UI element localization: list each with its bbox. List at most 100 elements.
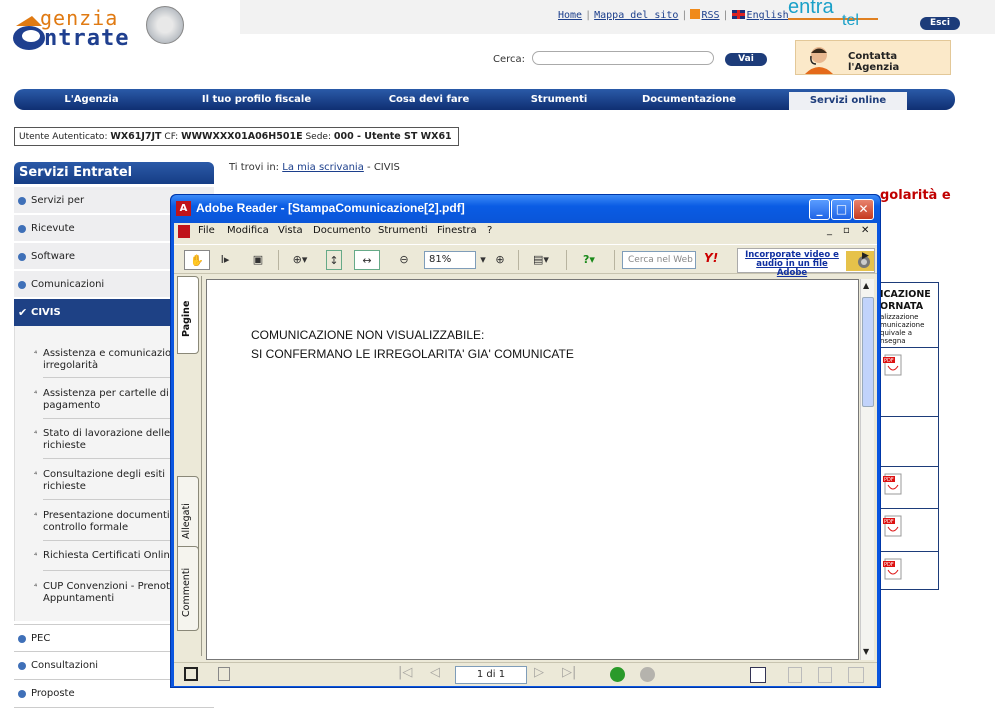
entratel-logo-part2: tel — [842, 12, 859, 29]
zoom-in-icon[interactable]: ⊕ — [492, 250, 508, 270]
main-nav: L'Agenzia Il tuo profilo fiscale Cosa de… — [14, 89, 955, 110]
first-page-icon[interactable]: |◁ — [398, 665, 412, 680]
nav-item-cosa-devi-fare[interactable]: Cosa devi fare — [344, 89, 514, 110]
top-links: Home | Mappa del sito | RSS | English — [558, 9, 789, 21]
breadcrumb: Ti trovi in: La mia scrivania - CIVIS — [229, 162, 400, 173]
yahoo-icon[interactable]: Y! — [704, 251, 718, 265]
arrow-icon: ⁴ — [34, 511, 38, 520]
svg-text:PDF: PDF — [884, 477, 894, 483]
nav-item-servizi-online[interactable]: Servizi online — [789, 92, 907, 110]
cf-label: CF: — [164, 132, 179, 142]
toolbar: ✋ Ⅰ▸ ▣ ⊕▾ ↕ ↔ ⊖ 81% ▾ ⊕ ▤▾ ?▾ Cerca nel … — [174, 244, 877, 278]
zoom-in-tool-icon[interactable]: ⊕▾ — [286, 250, 314, 270]
continuous-view-icon[interactable] — [788, 667, 802, 683]
menu-bar: File Modifica Vista Documento Strumenti … — [174, 223, 877, 241]
english-link[interactable]: English — [747, 10, 789, 21]
user-id: WX61J7JT — [110, 131, 162, 142]
last-page-icon[interactable]: ▷| — [562, 665, 576, 680]
toolbar-divider — [278, 250, 279, 270]
doc-minimize-button[interactable]: _ — [827, 225, 832, 236]
select-text-icon[interactable]: Ⅰ▸ — [216, 250, 234, 270]
entratel-logo-line — [788, 18, 878, 20]
fiscal-code: WWWXXX01A06H501E — [181, 131, 303, 142]
fit-width-icon[interactable]: ↔ — [354, 250, 380, 270]
tab-commenti[interactable]: Commenti — [177, 546, 199, 631]
hand-tool-icon[interactable]: ✋ — [184, 250, 210, 270]
pdf-icon[interactable]: PDF — [882, 558, 904, 580]
nav-item-documentazione[interactable]: Documentazione — [604, 89, 774, 110]
menu-finestra[interactable]: Finestra — [437, 225, 477, 236]
window-body: File Modifica Vista Documento Strumenti … — [174, 223, 877, 686]
bullet-icon — [18, 635, 26, 643]
breadcrumb-current: CIVIS — [373, 162, 400, 173]
maximize-button[interactable]: □ — [831, 199, 852, 220]
snapshot-camera-icon[interactable]: ▣ — [248, 250, 268, 270]
nav-item-agenzia[interactable]: L'Agenzia — [14, 89, 169, 110]
menu-documento[interactable]: Documento — [313, 225, 371, 236]
pdf-icon[interactable]: PDF — [882, 354, 904, 376]
doc-restore-button[interactable]: ▫ — [843, 225, 850, 236]
web-search-input[interactable]: Cerca nel Web — [622, 251, 696, 269]
zoom-dropdown-icon[interactable]: ▾ — [478, 250, 488, 270]
breadcrumb-link-scrivania[interactable]: La mia scrivania — [282, 162, 364, 173]
continuous-facing-view-icon[interactable] — [848, 667, 864, 683]
authenticated-user-box: Utente Autenticato: WX61J7JT CF: WWWXXX0… — [14, 127, 459, 146]
arrow-icon: ⁴ — [34, 389, 38, 398]
toolbar-divider — [566, 250, 567, 270]
logout-button[interactable]: Esci — [920, 17, 960, 30]
promo-link[interactable]: Incorporate video e audio in un file Ado… — [742, 251, 842, 278]
contact-agency-button[interactable]: Contatta l'Agenzia — [795, 40, 951, 75]
menu-modifica[interactable]: Modifica — [227, 225, 269, 236]
menu-help[interactable]: ? — [487, 225, 492, 236]
facing-view-icon[interactable] — [818, 667, 832, 683]
pdf-icon[interactable]: PDF — [882, 473, 904, 495]
entratel-logo-part1: entra — [788, 0, 834, 18]
help-icon[interactable]: ?▾ — [574, 250, 604, 270]
rss-link[interactable]: RSS — [701, 10, 719, 21]
fit-page-icon[interactable]: ↕ — [326, 250, 342, 270]
minimize-button[interactable]: _ — [809, 199, 830, 220]
page-view-icon[interactable] — [184, 667, 198, 681]
tab-pagine[interactable]: Pagine — [177, 276, 199, 354]
next-page-icon[interactable]: ▷ — [534, 665, 544, 680]
scrollbar-thumb[interactable] — [862, 297, 874, 407]
page-icon[interactable] — [218, 667, 230, 681]
promo-banner[interactable]: Incorporate video e audio in un file Ado… — [737, 248, 875, 278]
home-link[interactable]: Home — [558, 10, 582, 21]
adobe-reader-window: A Adobe Reader - [StampaComunicazione[2]… — [170, 194, 881, 688]
page-number-input[interactable]: 1 di 1 — [455, 666, 527, 684]
back-icon[interactable] — [610, 667, 625, 682]
scroll-up-icon[interactable]: ▲ — [863, 281, 869, 290]
menu-vista[interactable]: Vista — [278, 225, 303, 236]
close-button[interactable]: ✕ — [853, 199, 874, 220]
tab-allegati[interactable]: Allegati — [177, 476, 199, 556]
contact-agency-label: Contatta l'Agenzia — [848, 51, 900, 73]
nav-item-strumenti[interactable]: Strumenti — [514, 89, 604, 110]
search-input[interactable] — [532, 51, 714, 65]
sitemap-link[interactable]: Mappa del sito — [594, 10, 678, 21]
scroll-down-icon[interactable]: ▼ — [863, 647, 869, 656]
table-row: PDF — [877, 467, 939, 509]
page-layout-icon[interactable]: ▤▾ — [526, 250, 556, 270]
vertical-scrollbar[interactable]: ▲ ▼ — [860, 279, 874, 660]
zoom-out-icon[interactable]: ⊖ — [396, 250, 412, 270]
bullet-icon — [18, 197, 26, 205]
menu-file[interactable]: File — [198, 225, 215, 236]
menu-strumenti[interactable]: Strumenti — [378, 225, 428, 236]
table-header-subtitle: alizzazione municazione quivale a nsegna — [880, 313, 925, 345]
search-button[interactable]: Vai — [725, 53, 767, 66]
prev-page-icon[interactable]: ◁ — [430, 665, 440, 680]
document-page: COMUNICAZIONE NON VISUALIZZABILE: SI CON… — [206, 279, 859, 660]
pdf-icon[interactable]: PDF — [882, 515, 904, 537]
sidebar-item-label: Software — [31, 251, 76, 262]
sidebar-title: Servizi Entratel — [14, 162, 214, 184]
agenzia-entrate-logo[interactable]: genzia ntrate — [10, 4, 190, 54]
forward-icon[interactable] — [640, 667, 655, 682]
doc-close-button[interactable]: ✕ — [861, 225, 869, 236]
single-page-view-icon[interactable] — [750, 667, 766, 683]
nav-item-profilo-fiscale[interactable]: Il tuo profilo fiscale — [169, 89, 344, 110]
arrow-icon: ⁴ — [34, 470, 38, 479]
window-titlebar[interactable]: A Adobe Reader - [StampaComunicazione[2]… — [171, 195, 880, 223]
pane-arrow-icon[interactable]: ▶ — [862, 251, 869, 261]
zoom-level-input[interactable]: 81% — [424, 251, 476, 269]
